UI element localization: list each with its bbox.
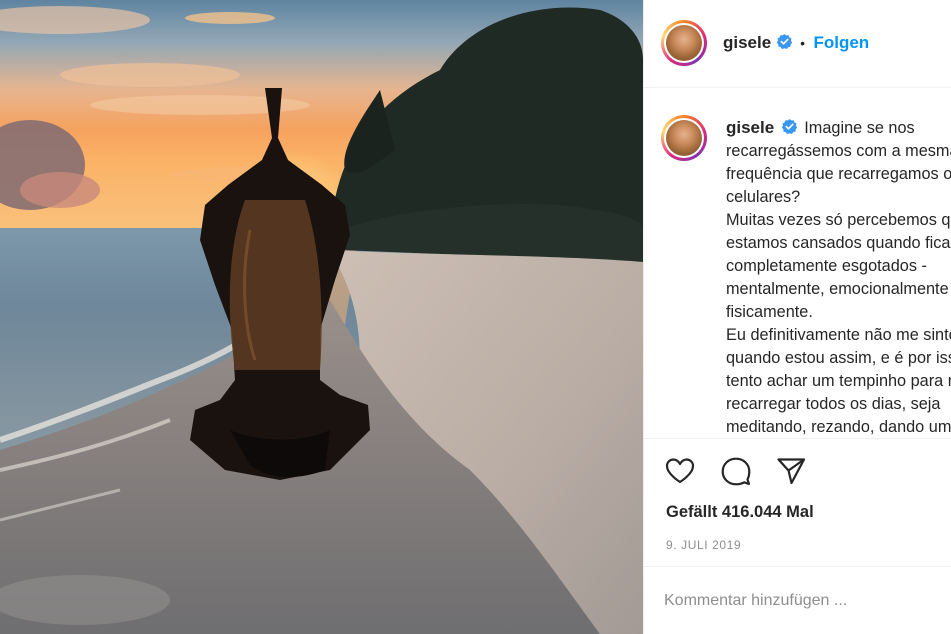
caption-line: completamente esgotados - — [726, 257, 927, 275]
caption-line: quando estou assim, e é por isso que — [726, 349, 951, 367]
caption-line: estamos cansados quando ficamos — [726, 234, 951, 252]
caption-line: fisicamente. — [726, 303, 813, 321]
post-caption: gisele Imagine se nos recarregássemos co… — [726, 116, 951, 438]
caption-line: celulares? — [726, 188, 801, 206]
caption-line: frequência que recarregamos os — [726, 165, 951, 183]
caption-line: recarregar todos os dias, seja — [726, 395, 941, 413]
caption-line: Eu definitivamente não me sinto bem — [726, 326, 951, 344]
caption-line: Muitas vezes só percebemos que — [726, 211, 951, 229]
share-button[interactable] — [775, 455, 807, 487]
caption-line: tento achar um tempinho para me — [726, 372, 951, 390]
post-date[interactable]: 9. JULI 2019 — [666, 538, 741, 552]
caption-line: mentalmente, emocionalmente e — [726, 280, 951, 298]
author-username[interactable]: gisele — [723, 33, 771, 52]
verified-badge-icon — [776, 34, 792, 50]
caption-line: meditando, rezando, dando uma — [726, 418, 951, 436]
caption-author-avatar[interactable] — [661, 115, 707, 161]
post-sidebar: gisele • Folgen gisele Imagine se nos re… — [643, 0, 951, 634]
likes-count[interactable]: Gefällt 416.044 Mal — [666, 503, 814, 522]
header-separator: • — [800, 35, 806, 51]
caption-username[interactable]: gisele — [726, 118, 774, 137]
heart-icon — [665, 458, 695, 484]
comment-bar — [644, 566, 951, 634]
beach-sunset-photo — [0, 0, 643, 634]
follow-button[interactable]: Folgen — [813, 33, 869, 52]
avatar-image — [666, 120, 702, 156]
like-button[interactable] — [664, 455, 696, 487]
comment-button[interactable] — [720, 455, 752, 487]
author-avatar[interactable] — [661, 20, 707, 66]
comment-icon — [721, 457, 751, 486]
caption-section: gisele Imagine se nos recarregássemos co… — [644, 89, 951, 439]
paper-plane-icon — [777, 458, 806, 485]
comment-input[interactable] — [664, 589, 944, 613]
caption-line: recarregássemos com a mesma — [726, 142, 951, 160]
caption-line: Imagine se nos — [804, 119, 915, 137]
avatar-image — [666, 25, 702, 61]
post-header: gisele • Folgen — [644, 0, 951, 88]
verified-badge-icon — [781, 119, 797, 135]
post-photo[interactable] — [0, 0, 643, 634]
